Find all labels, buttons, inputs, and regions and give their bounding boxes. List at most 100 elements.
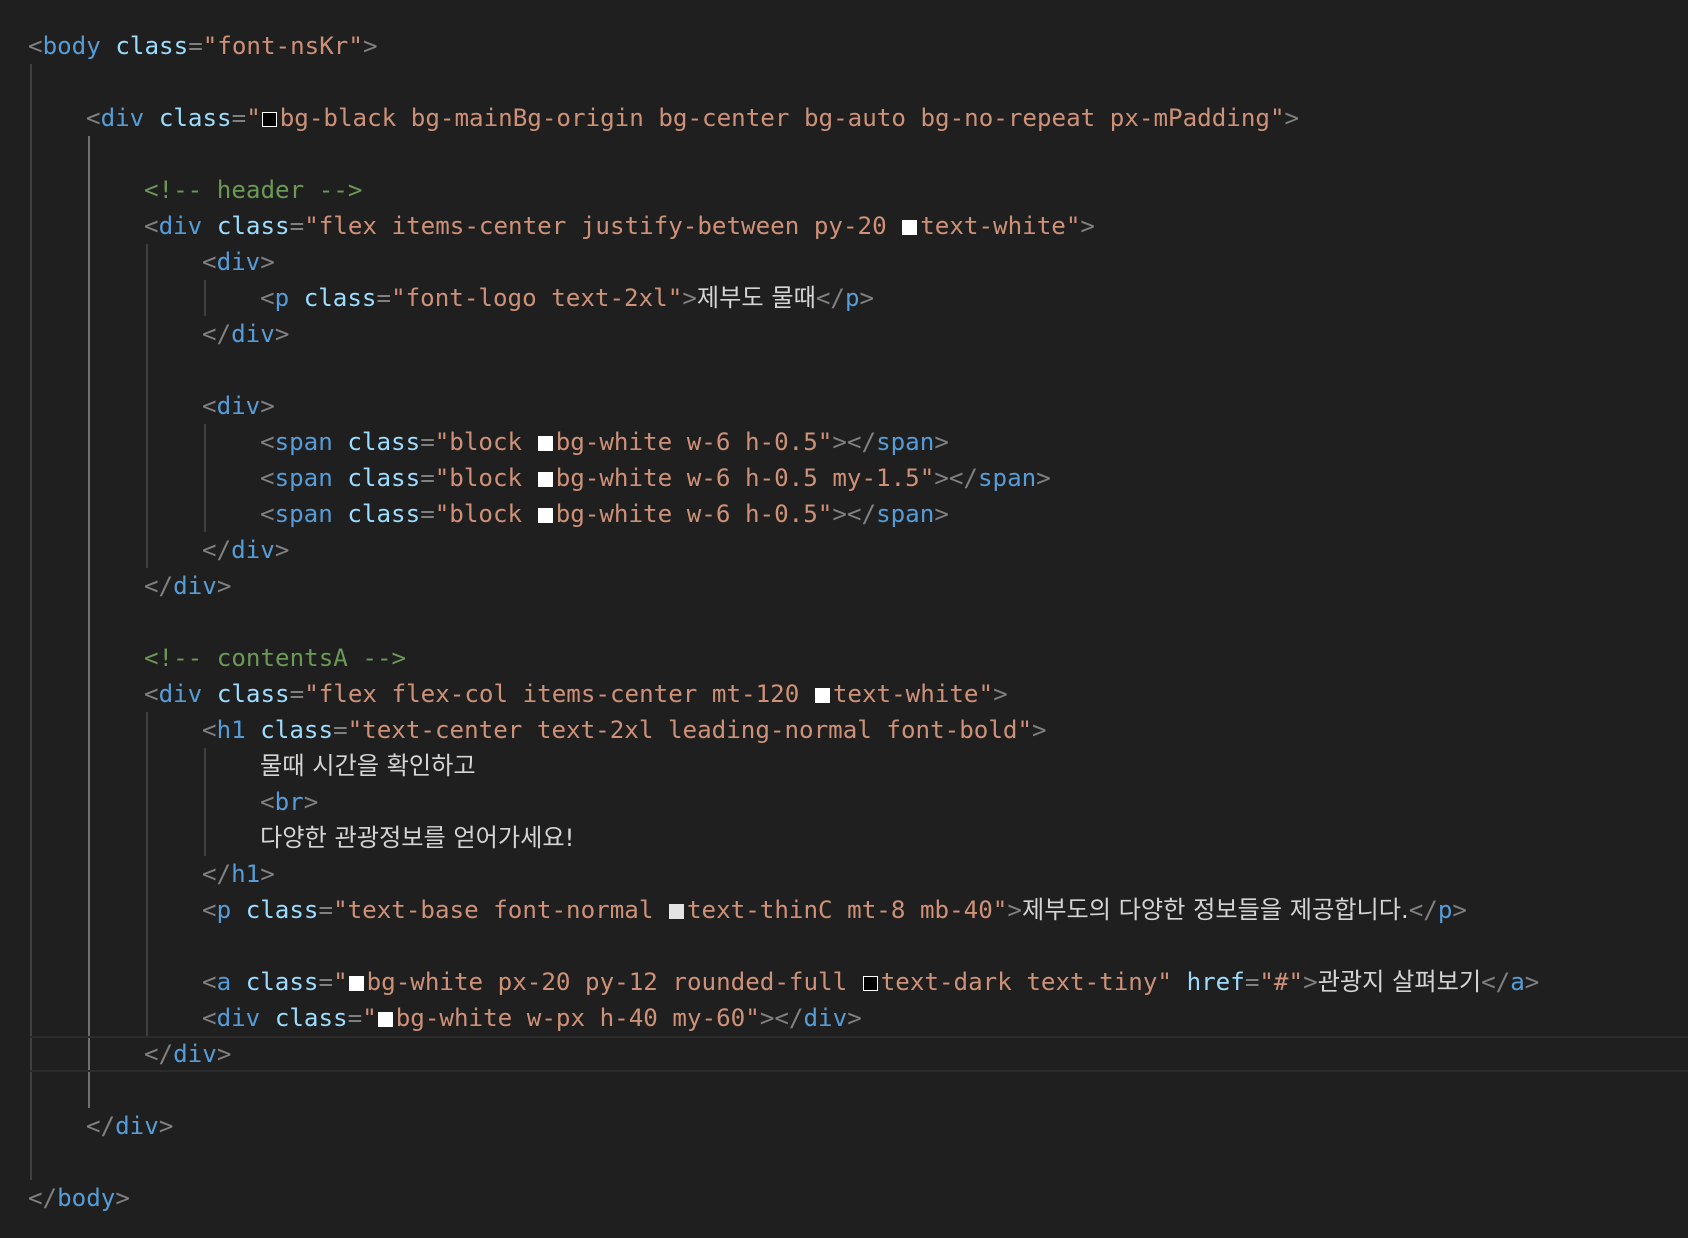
code-line[interactable]: <div class=" bg-white w-px h-40 my-60"></… <box>0 1000 862 1036</box>
attribute-value: text-white" <box>832 680 994 708</box>
code-line[interactable]: </div> <box>0 316 289 352</box>
punctuation: > <box>859 284 875 312</box>
tag-name: div <box>173 1040 217 1068</box>
code-line[interactable]: </div> <box>0 568 231 604</box>
punctuation: > <box>115 1184 130 1212</box>
code-line[interactable]: <p class="text-base font-normal text-thi… <box>0 892 1467 928</box>
attribute-value: "block <box>434 428 537 456</box>
tag-name: div <box>100 104 145 132</box>
punctuation: > <box>1007 896 1022 924</box>
tag-name: span <box>876 428 935 456</box>
code-line[interactable]: </div> <box>0 532 289 568</box>
punctuation: > <box>934 428 949 456</box>
punctuation: < <box>202 1004 217 1032</box>
punctuation: </ <box>202 320 232 348</box>
code-line[interactable]: <p class="font-logo text-2xl">제부도 물때</p> <box>0 280 874 316</box>
attribute-value: "font-logo text-2xl" <box>391 284 683 312</box>
punctuation: > <box>1452 896 1467 924</box>
code-line[interactable]: <span class="block bg-white w-6 h-0.5"><… <box>0 424 949 460</box>
code-line[interactable]: <div class="flex flex-col items-center m… <box>0 676 1008 712</box>
punctuation: = <box>420 464 435 492</box>
tag-name: div <box>216 1004 261 1032</box>
punctuation: < <box>260 788 275 816</box>
code-line[interactable]: 물때 시간을 확인하고 <box>0 748 476 784</box>
code-line[interactable]: 다양한 관광정보를 얻어가세요! <box>0 820 574 856</box>
attribute-name: class <box>245 896 319 924</box>
tag-name: div <box>158 212 203 240</box>
attribute-value: bg-white px-20 py-12 rounded-full <box>366 968 862 996</box>
text-content: 제부도 물때 <box>696 284 816 312</box>
attribute-value: " <box>333 968 348 996</box>
punctuation: = <box>231 104 247 132</box>
tag-name: span <box>876 500 935 528</box>
attribute-value: " <box>362 1004 377 1032</box>
tag-name: div <box>115 1112 159 1140</box>
code-line[interactable]: <!-- contentsA --> <box>0 640 406 676</box>
text-content: 제부도의 다양한 정보들을 제공합니다. <box>1021 896 1409 924</box>
punctuation: = <box>289 680 305 708</box>
code-line[interactable]: <div> <box>0 244 275 280</box>
attribute-name: class <box>245 968 319 996</box>
code-line[interactable]: <body class="font-nsKr"> <box>0 28 378 64</box>
tag-name: p <box>216 896 232 924</box>
tag-name: div <box>216 248 261 276</box>
color-swatch-icon <box>862 976 878 991</box>
punctuation: </ <box>202 536 232 564</box>
attribute-value: bg-white w-px h-40 my-60" <box>395 1004 760 1032</box>
code-line[interactable]: <a class=" bg-white px-20 py-12 rounded-f… <box>0 964 1539 1000</box>
punctuation: > <box>682 284 697 312</box>
attribute-value: "flex flex-col items-center mt-120 <box>304 680 814 708</box>
code-line[interactable]: <h1 class="text-center text-2xl leading-… <box>0 712 1047 748</box>
punctuation: = <box>420 428 435 456</box>
code-line[interactable]: <!-- header --> <box>0 172 362 208</box>
punctuation: > <box>274 536 290 564</box>
punctuation: = <box>376 284 392 312</box>
punctuation: ></ <box>759 1004 804 1032</box>
punctuation: < <box>202 248 217 276</box>
tag-name: a <box>1510 968 1525 996</box>
code-line-current[interactable]: </div> <box>30 1036 1688 1072</box>
punctuation: > <box>934 500 949 528</box>
punctuation: </ <box>1481 968 1511 996</box>
code-line[interactable]: </body> <box>0 1180 130 1216</box>
color-swatch-icon <box>669 904 684 919</box>
code-line[interactable]: <span class="block bg-white w-6 h-0.5"><… <box>0 496 949 532</box>
punctuation: > <box>260 860 275 888</box>
tag-name: div <box>803 1004 848 1032</box>
attribute-value: text-thinC mt-8 mb-40" <box>687 896 1008 924</box>
punctuation: < <box>86 104 101 132</box>
tag-name: span <box>274 464 333 492</box>
attribute-value: "block <box>434 464 537 492</box>
code-line[interactable]: </h1> <box>0 856 275 892</box>
code-line[interactable]: </div> <box>0 1108 173 1144</box>
punctuation: = <box>289 212 305 240</box>
code-line[interactable]: <span class="block bg-white w-6 h-0.5 my… <box>0 460 1051 496</box>
punctuation: = <box>420 500 435 528</box>
tag-name: div <box>173 572 217 600</box>
color-swatch-icon <box>537 472 553 487</box>
punctuation: < <box>144 212 159 240</box>
tag-name: p <box>844 284 860 312</box>
punctuation: > <box>847 1004 862 1032</box>
code-line[interactable]: <br> <box>0 784 318 820</box>
attribute-name: class <box>260 716 334 744</box>
code-line[interactable]: <div> <box>0 388 275 424</box>
punctuation: < <box>202 716 217 744</box>
text-content: 다양한 관광정보를 얻어가세요! <box>260 824 575 852</box>
attribute-name: class <box>115 32 189 60</box>
code-line[interactable]: <div class=" bg-black bg-mainBg-origin bg… <box>0 100 1299 136</box>
color-swatch-icon <box>261 112 277 127</box>
color-swatch-icon <box>537 508 553 523</box>
code-editor[interactable]: <body class="font-nsKr"> <div class=" bg-b… <box>0 0 1688 1238</box>
attribute-name: class <box>274 1004 348 1032</box>
punctuation: </ <box>202 860 232 888</box>
code-line[interactable]: <div class="flex items-center justify-be… <box>0 208 1095 244</box>
punctuation: > <box>1284 104 1300 132</box>
attribute-value: " <box>246 104 261 132</box>
punctuation: < <box>28 32 43 60</box>
